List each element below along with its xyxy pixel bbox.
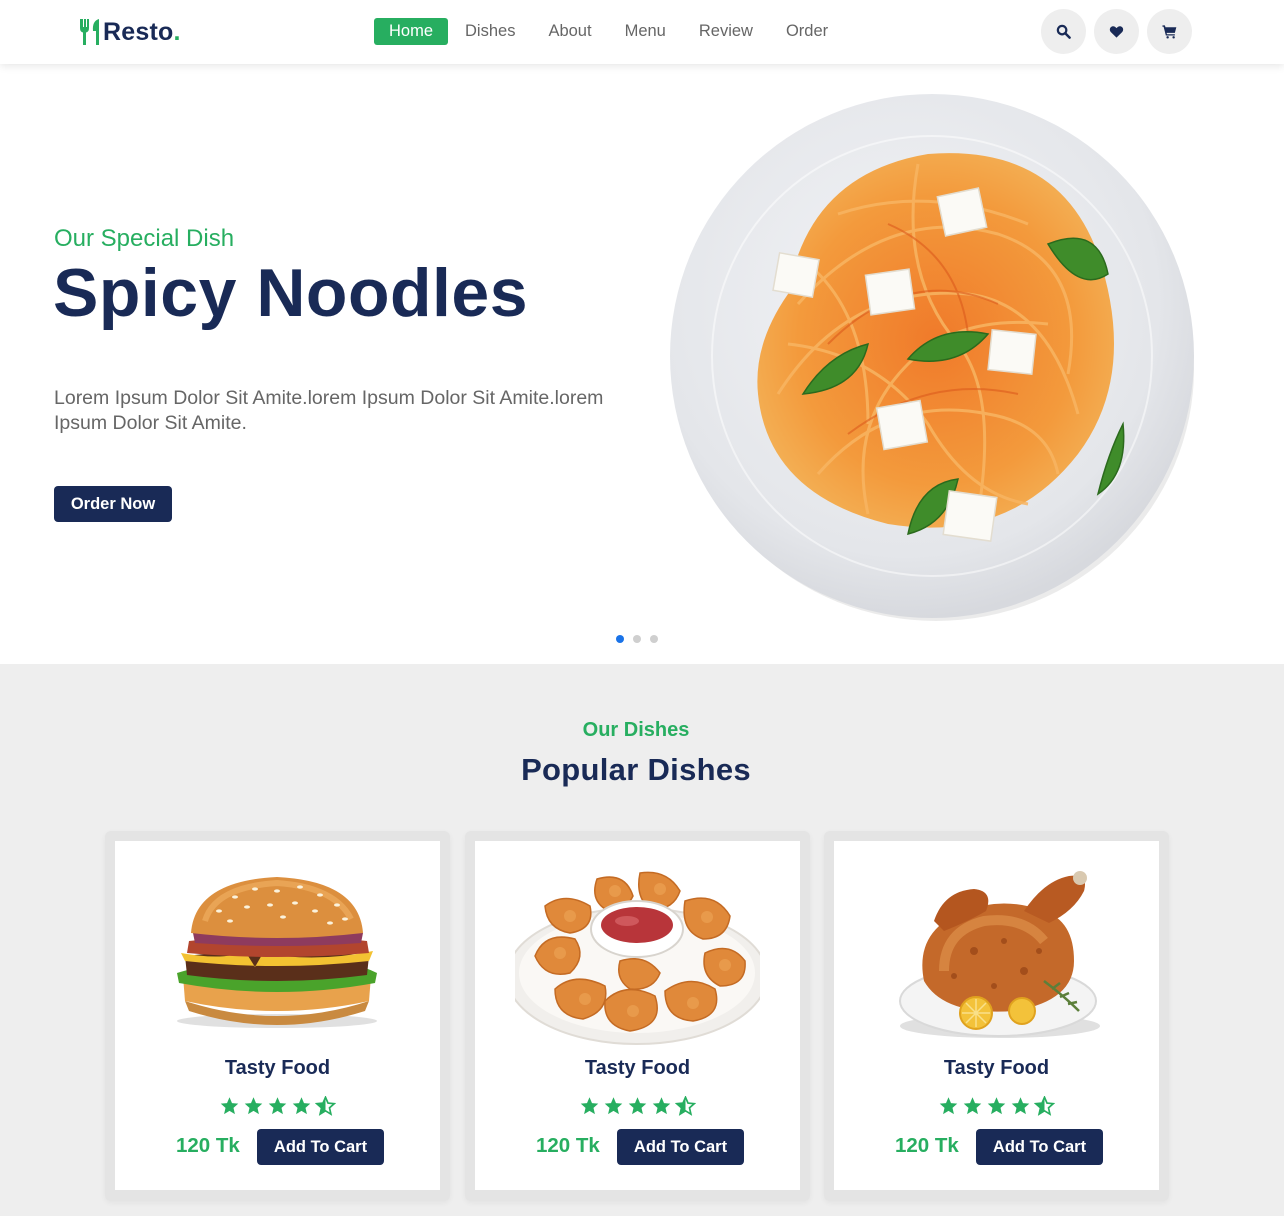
star-icon (939, 1097, 958, 1115)
section-subtitle: Our Dishes (582, 719, 690, 741)
order-now-button[interactable]: Order Now (54, 486, 172, 522)
star-half-icon (1034, 1096, 1055, 1116)
dish-name: Tasty Food (943, 1057, 1050, 1079)
hero-title: Spicy Noodles (53, 255, 529, 331)
star-icon (963, 1097, 982, 1115)
dish-price: 120 Tk (536, 1134, 600, 1157)
header: Resto. Home Dishes About Menu Review Ord… (0, 0, 1284, 64)
rating-stars (475, 1096, 800, 1116)
cart-button[interactable] (1147, 9, 1192, 54)
dish-card: Tasty Food 120 Tk Add To Cart (465, 831, 810, 1201)
nav-home[interactable]: Home (374, 18, 449, 45)
dish-price: 120 Tk (176, 1134, 240, 1157)
star-icon (268, 1097, 287, 1115)
dishes-section: Our Dishes Popular Dishes Tasty Food 120… (0, 664, 1284, 1216)
add-to-cart-button[interactable]: Add To Cart (617, 1129, 744, 1165)
nav-menu[interactable]: Menu (625, 18, 666, 45)
star-icon (652, 1097, 671, 1115)
utensils-icon (80, 19, 99, 45)
wishlist-button[interactable] (1094, 9, 1139, 54)
rating-stars (115, 1096, 440, 1116)
star-icon (292, 1097, 311, 1115)
hero-subtitle: Our Special Dish (54, 225, 235, 252)
slider-pagination (616, 635, 667, 643)
section-title: Popular Dishes (521, 752, 751, 787)
star-icon (244, 1097, 263, 1115)
spicy-noodles-image (670, 94, 1194, 621)
nav-dishes[interactable]: Dishes (465, 18, 515, 45)
dish-card: Tasty Food 120 Tk Add To Cart (105, 831, 450, 1201)
star-icon (987, 1097, 1006, 1115)
star-half-icon (675, 1096, 696, 1116)
nav-review[interactable]: Review (699, 18, 753, 45)
star-icon (580, 1097, 599, 1115)
slider-dot[interactable] (616, 635, 624, 643)
dish-name: Tasty Food (224, 1057, 331, 1079)
star-icon (220, 1097, 239, 1115)
dish-card: Tasty Food 120 Tk Add To Cart (824, 831, 1169, 1201)
search-icon (1056, 24, 1071, 39)
nav-order[interactable]: Order (786, 18, 828, 45)
dish-price: 120 Tk (895, 1134, 959, 1157)
hero-slider: Our Special Dish Spicy Noodles Lorem Ips… (0, 64, 1284, 664)
star-icon (1011, 1097, 1030, 1115)
nav-about[interactable]: About (548, 18, 591, 45)
cart-icon (1162, 25, 1177, 39)
brand-name: Resto. (103, 17, 181, 46)
star-icon (628, 1097, 647, 1115)
star-icon (604, 1097, 623, 1115)
rating-stars (834, 1096, 1159, 1116)
roast-chicken-image (899, 871, 1100, 1038)
add-to-cart-button[interactable]: Add To Cart (976, 1129, 1103, 1165)
logo[interactable]: Resto. (79, 16, 181, 48)
main-nav: Home Dishes About Menu Review Order (374, 18, 861, 45)
slider-dot[interactable] (633, 635, 641, 643)
dish-name: Tasty Food (584, 1057, 691, 1079)
add-to-cart-button[interactable]: Add To Cart (257, 1129, 384, 1165)
slider-dot[interactable] (650, 635, 658, 643)
hero-description: Lorem Ipsum Dolor Sit Amite.lorem Ipsum … (54, 387, 604, 434)
burger-image (177, 877, 377, 1028)
nuggets-image (515, 871, 760, 1045)
search-button[interactable] (1041, 9, 1086, 54)
header-icons (1041, 9, 1200, 54)
heart-icon (1109, 26, 1124, 38)
star-half-icon (315, 1096, 336, 1116)
